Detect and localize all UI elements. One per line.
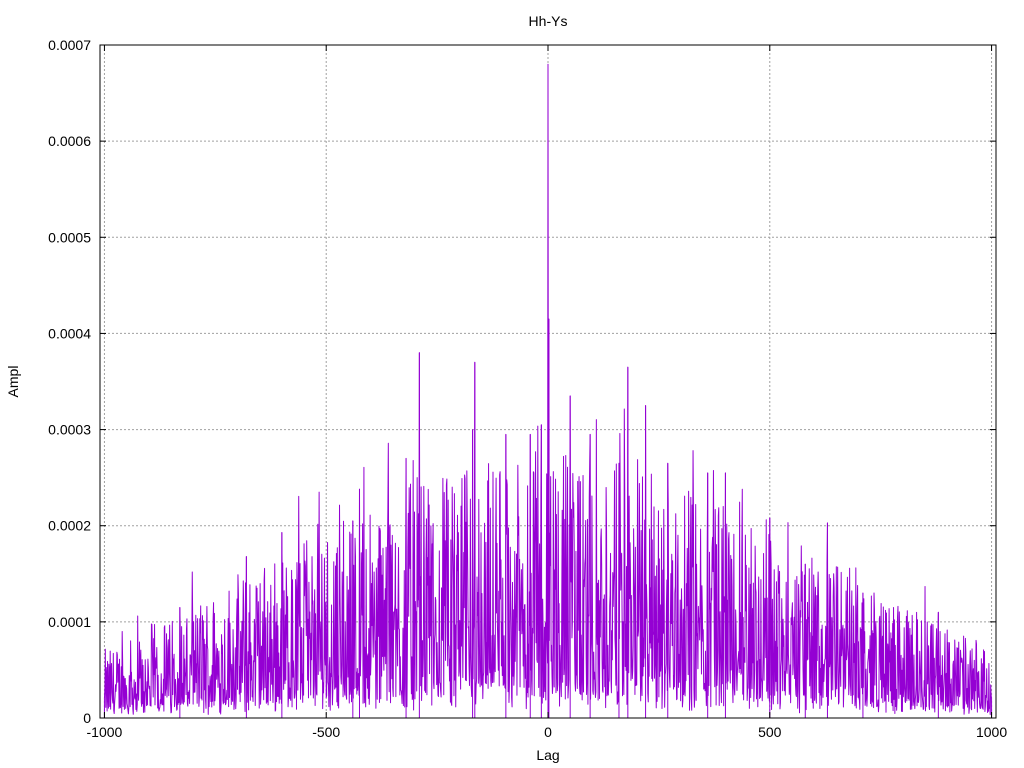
x-tick-label: 0 [544,724,552,740]
y-axis-label: Ampl [5,366,21,398]
y-tick-label: 0.0004 [48,325,91,341]
y-tick-label: 0.0006 [48,133,91,149]
chart-title: Hh-Ys [529,13,568,29]
y-tick-label: 0.0001 [48,614,91,630]
y-tick-label: 0.0003 [48,422,91,438]
chart: 0 0.0001 0.0002 0.0003 0.0004 0.0005 0.0006 0.0… [0,0,1024,768]
y-tick-label: 0.0002 [48,518,91,534]
x-tick-label: -1000 [87,724,123,740]
x-axis-label: Lag [536,747,559,763]
y-tick-label: 0.0007 [48,37,91,53]
x-tick-label: 1000 [976,724,1007,740]
x-tick-label: -500 [312,724,340,740]
x-tick-label: 500 [758,724,782,740]
y-tick-label: 0.0005 [48,229,91,245]
